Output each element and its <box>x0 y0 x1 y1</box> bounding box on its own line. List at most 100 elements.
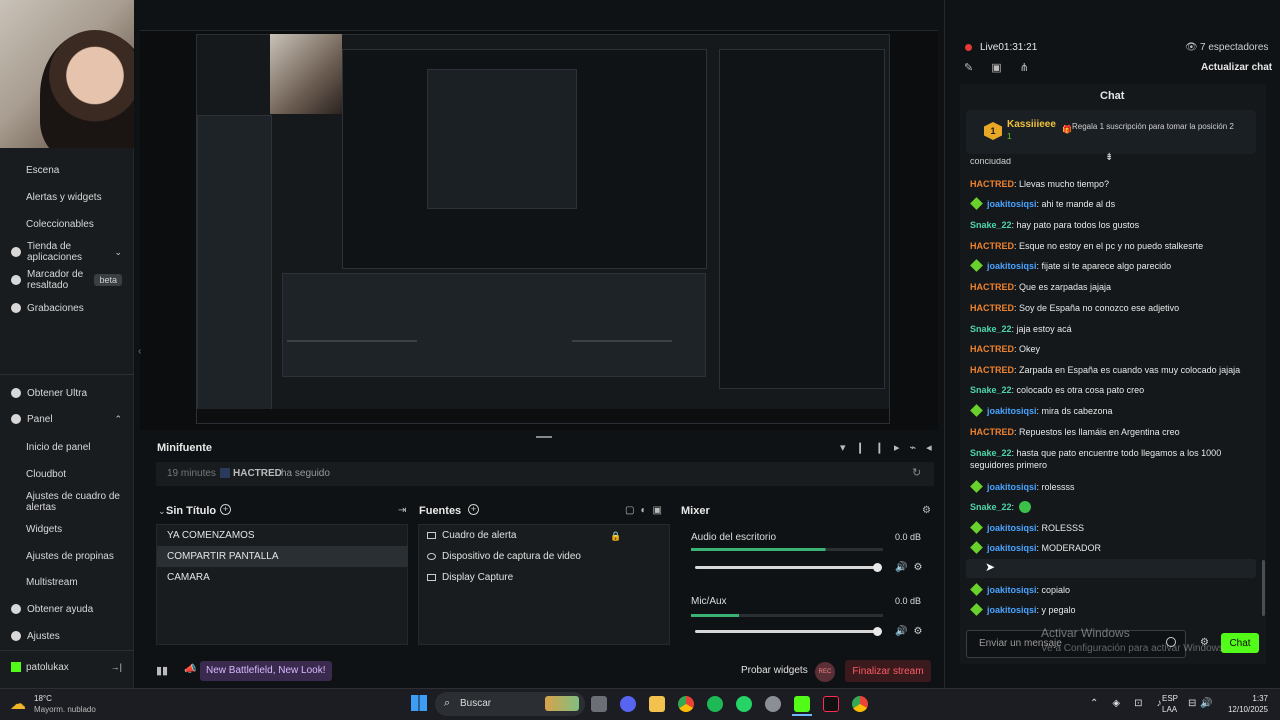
chat-username[interactable]: HACTRED <box>970 365 1014 375</box>
chevron-down-icon[interactable]: ⌄ <box>114 247 122 258</box>
chat-username[interactable]: Snake_22 <box>970 324 1012 334</box>
scroll-down-icon[interactable]: ⇟ <box>1105 152 1113 163</box>
sidebar-item-alertas[interactable]: Alertas y widgets <box>0 186 134 208</box>
chat-username[interactable]: HACTRED <box>970 303 1014 313</box>
sidebar-item-grabaciones[interactable]: Grabaciones <box>0 297 134 319</box>
lock-icon[interactable]: 🔒 <box>610 531 621 542</box>
sidebar-item-multistream[interactable]: Multistream <box>0 571 134 593</box>
spotify-icon[interactable] <box>707 696 723 712</box>
chat-tools[interactable]: ✎▣⋔ <box>964 61 1047 74</box>
sidebar-item-ajustes-alertas[interactable]: Ajustes de cuadro de alertas <box>0 490 134 514</box>
weather-desc[interactable]: Mayorm. nublado <box>34 705 96 714</box>
chat-username[interactable]: joakitosiqsi <box>987 585 1037 595</box>
weather-icon[interactable]: ☁ <box>10 694 26 714</box>
channel-controls[interactable]: 🔊⚙ <box>895 562 928 573</box>
chat-username[interactable]: HACTRED <box>970 282 1014 292</box>
refresh-icon[interactable]: ↻ <box>912 466 921 479</box>
volume-slider[interactable] <box>695 630 875 633</box>
chat-username[interactable]: joakitosiqsi <box>987 261 1037 271</box>
whatsapp-icon[interactable] <box>736 696 752 712</box>
event-user[interactable]: HACTRED <box>233 468 282 479</box>
sidebar-item-propinas[interactable]: Ajustes de propinas <box>0 545 134 567</box>
end-stream-button[interactable]: Finalizar stream <box>845 660 931 682</box>
chat-username[interactable]: Snake_22 <box>970 502 1012 512</box>
nested-webcam <box>270 34 342 114</box>
chat-username[interactable]: joakitosiqsi <box>987 199 1037 209</box>
network-volume-icons[interactable]: ⊟🔊 <box>1188 698 1217 709</box>
sidebar-item-cloudbot[interactable]: Cloudbot <box>0 463 134 485</box>
send-chat-button[interactable]: Chat <box>1221 633 1259 653</box>
chrome-icon[interactable] <box>678 696 694 712</box>
chat-username[interactable]: joakitosiqsi <box>987 523 1037 533</box>
sidebar-item-ayuda[interactable]: Obtener ayuda <box>0 598 134 620</box>
gear-icon[interactable]: ⚙ <box>922 505 931 516</box>
task-view-icon[interactable] <box>591 696 607 712</box>
add-scene-icon[interactable]: + <box>220 504 231 515</box>
channel-controls[interactable]: 🔊⚙ <box>895 626 928 637</box>
store-icon <box>11 247 21 257</box>
scene-item-selected[interactable]: COMPARTIR PANTALLA <box>157 546 408 567</box>
volume-knob[interactable] <box>873 563 882 572</box>
logout-icon[interactable]: →| <box>111 662 122 672</box>
chat-username[interactable]: HACTRED <box>970 427 1014 437</box>
record-button[interactable]: REC <box>815 662 835 682</box>
sidebar-item-inicio-panel[interactable]: Inicio de panel <box>0 436 134 458</box>
minifeed-controls[interactable]: ▾❙❙▸⌁◂ <box>840 441 942 454</box>
file-explorer-icon[interactable] <box>649 696 665 712</box>
chat-username[interactable]: joakitosiqsi <box>987 406 1037 416</box>
kick-studio-icon[interactable] <box>794 696 810 712</box>
chat-username[interactable]: HACTRED <box>970 179 1014 189</box>
clock-date[interactable]: 12/10/2025 <box>1224 705 1268 714</box>
steam-icon[interactable] <box>765 696 781 712</box>
source-item[interactable]: Cuadro de alerta <box>427 530 517 541</box>
clock-time[interactable]: 1:37 <box>1224 694 1268 703</box>
pinned-user[interactable]: Kassiiieee <box>1007 119 1056 130</box>
audio-meter <box>691 548 883 551</box>
sidebar-item-widgets[interactable]: Widgets <box>0 518 134 540</box>
scene-collection-title[interactable]: Sin Título <box>166 505 216 517</box>
chat-username[interactable]: Snake_22 <box>970 385 1012 395</box>
chrome-icon[interactable] <box>852 696 868 712</box>
chat-text: : rolessss <box>1036 482 1075 492</box>
source-item[interactable]: Dispositivo de captura de video <box>427 551 581 562</box>
volume-slider[interactable] <box>695 566 875 569</box>
chevron-left-icon[interactable]: ‹ <box>138 346 141 357</box>
scene-item[interactable]: CAMARA <box>157 567 408 588</box>
scene-item[interactable]: YA COMENZAMOS <box>157 525 408 546</box>
sidebar-item-marcador[interactable]: Marcador de resaltado beta <box>0 268 134 292</box>
source-item[interactable]: Display Capture <box>427 572 513 583</box>
stats-icon[interactable]: ▮▮ <box>156 664 168 677</box>
sidebar-item-panel[interactable]: Panel ⌃ <box>0 408 134 430</box>
volume-knob[interactable] <box>873 627 882 636</box>
discord-icon[interactable] <box>620 696 636 712</box>
add-source-icon[interactable]: + <box>468 504 479 515</box>
active-app-indicator <box>792 714 812 716</box>
nested-preview-inner <box>427 69 577 209</box>
scene-transition-icon[interactable]: ⇥ <box>398 505 406 516</box>
chat-username[interactable]: joakitosiqsi <box>987 543 1037 553</box>
chat-username[interactable]: HACTRED <box>970 344 1014 354</box>
test-widgets-button[interactable]: Probar widgets <box>741 665 808 676</box>
sidebar-item-coleccionables[interactable]: Coleccionables <box>0 213 134 235</box>
chat-username[interactable]: HACTRED <box>970 241 1014 251</box>
sidebar-item-escena[interactable]: Escena <box>0 159 134 181</box>
tiktok-icon[interactable] <box>823 696 839 712</box>
sidebar-item-tienda[interactable]: Tienda de aplicaciones ⌄ <box>0 240 134 264</box>
update-chat-button[interactable]: Actualizar chat <box>1201 62 1272 73</box>
keyboard-lang[interactable]: ESP <box>1162 694 1178 703</box>
chat-username[interactable]: Snake_22 <box>970 448 1012 458</box>
weather-temp[interactable]: 18°C <box>34 694 52 703</box>
chat-username[interactable]: joakitosiqsi <box>987 482 1037 492</box>
sidebar-item-obtener-ultra[interactable]: Obtener Ultra <box>0 382 134 404</box>
chat-scrollbar[interactable] <box>1262 560 1265 616</box>
source-tools-icons[interactable]: ▢◐▣ <box>625 505 668 516</box>
sidebar-item-ajustes[interactable]: Ajustes <box>0 625 134 647</box>
user-account[interactable]: patolukax →| <box>0 656 134 678</box>
windows-start-icon[interactable] <box>411 695 427 711</box>
chat-username[interactable]: Snake_22 <box>970 220 1012 230</box>
chat-username[interactable]: joakitosiqsi <box>987 605 1037 615</box>
keyboard-layout[interactable]: LAA <box>1162 705 1177 714</box>
promo-banner[interactable]: New Battlefield, New Look! <box>200 661 332 681</box>
chevron-down-icon[interactable]: ⌄ <box>158 506 166 517</box>
chevron-up-icon[interactable]: ⌃ <box>114 414 122 425</box>
